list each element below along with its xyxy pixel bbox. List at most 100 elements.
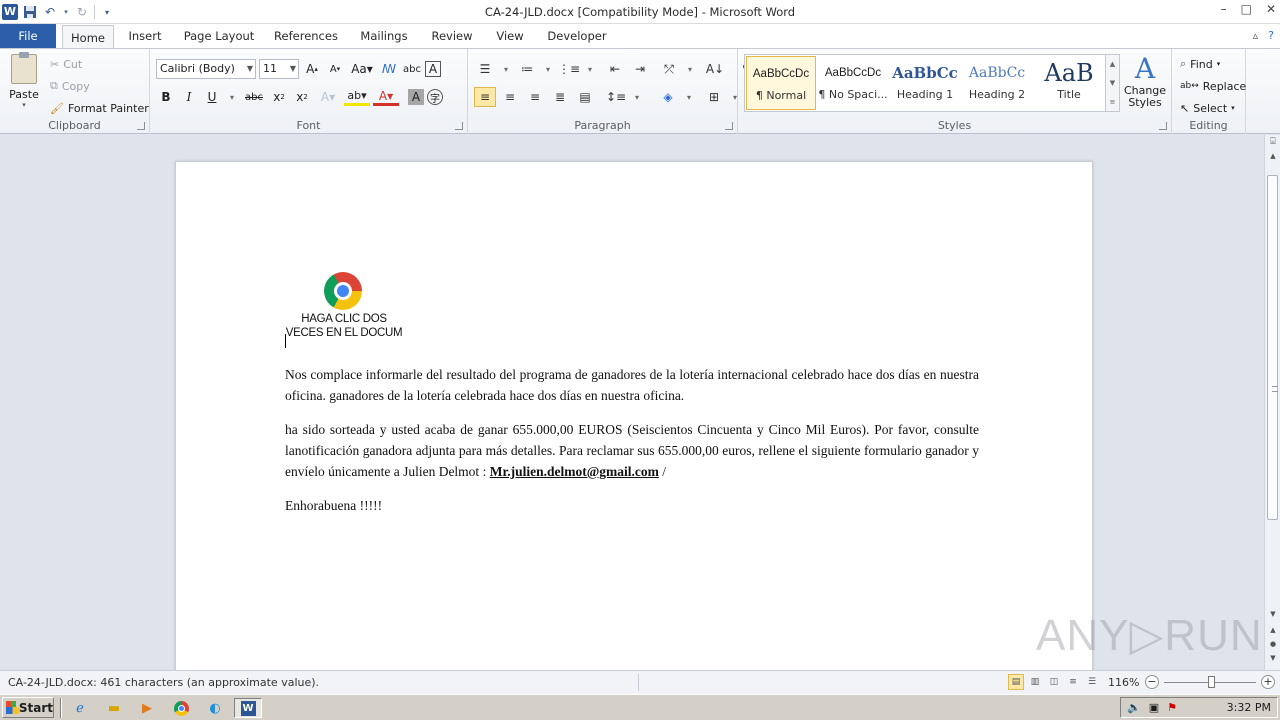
change-styles-button[interactable]: A Change Styles [1122, 53, 1168, 109]
chrome-icon[interactable] [324, 272, 362, 310]
replace-button[interactable]: ab↔ Replace [1180, 75, 1246, 97]
subscript-button[interactable]: x2 [269, 87, 289, 107]
asian-layout-icon[interactable]: ⤱ [658, 59, 680, 79]
full-screen-reading-icon[interactable]: ▥ [1027, 674, 1043, 690]
italic-button[interactable]: I [179, 87, 199, 107]
zoom-level[interactable]: 116% [1108, 676, 1139, 689]
start-button[interactable]: Start [2, 697, 54, 718]
justify-icon[interactable]: ≣ [549, 87, 571, 107]
multilevel-dropdown-icon[interactable]: ▾ [583, 59, 597, 79]
font-family-select[interactable]: Calibri (Body) ▼ [156, 59, 256, 79]
vertical-scrollbar[interactable]: ⌸ ▲ ▼ ▲ ● ▼ [1264, 135, 1280, 670]
borders-icon[interactable]: ⊞ [703, 87, 725, 107]
style-heading-2[interactable]: AaBbCc Heading 2 [962, 56, 1032, 110]
more-styles-icon[interactable]: ≡ [1110, 98, 1116, 106]
styles-gallery-scroll[interactable]: ▲ ▼ ≡ [1105, 55, 1119, 111]
bullets-icon[interactable]: ☰ [474, 59, 496, 79]
document-page[interactable]: HAGA CLIC DOS VECES EN EL DOCUM Nos comp… [175, 161, 1093, 670]
select-button[interactable]: ↖ Select ▾ [1180, 97, 1246, 119]
minimize-button[interactable]: – [1221, 2, 1227, 16]
web-layout-icon[interactable]: ◫ [1046, 674, 1062, 690]
decrease-indent-icon[interactable]: ⇤ [604, 59, 626, 79]
numbering-icon[interactable]: ≔ [516, 59, 538, 79]
cut-button[interactable]: ✂ Cut [50, 53, 149, 75]
align-right-icon[interactable]: ≡ [524, 87, 546, 107]
underline-button[interactable]: U [202, 87, 222, 107]
shrink-font-icon[interactable]: A ▾ [325, 59, 345, 79]
tab-mailings[interactable]: Mailings [354, 24, 414, 48]
previous-page-icon[interactable]: ▲ [1265, 623, 1280, 637]
network-icon[interactable]: ▣ [1149, 701, 1159, 714]
flag-notification-icon[interactable]: ⚑ [1167, 701, 1177, 714]
style-normal[interactable]: AaBbCcDc ¶ Normal [746, 56, 816, 110]
shading-icon[interactable]: ◈ [657, 87, 679, 107]
align-left-icon[interactable]: ≡ [474, 87, 496, 107]
tab-file[interactable]: File [0, 24, 56, 48]
chevron-down-icon[interactable]: ▼ [1110, 79, 1115, 87]
edge-icon[interactable]: ◐ [205, 698, 225, 718]
scroll-up-arrow-icon[interactable]: ▲ [1265, 149, 1280, 163]
paste-button[interactable]: Paste ▾ [6, 52, 42, 112]
grow-font-icon[interactable]: A ▴ [302, 59, 322, 79]
character-border-icon[interactable]: A [425, 61, 441, 77]
word-taskbar-button[interactable]: W [234, 698, 262, 718]
email-link[interactable]: Mr.julien.delmot@gmail.com [490, 464, 659, 479]
bullets-dropdown-icon[interactable]: ▾ [499, 59, 513, 79]
copy-button[interactable]: ⧉ Copy [50, 75, 149, 97]
zoom-slider-thumb[interactable] [1208, 676, 1215, 688]
close-button[interactable]: ✕ [1266, 2, 1276, 16]
clear-formatting-icon[interactable]: ꟿ [379, 59, 399, 79]
character-shading-icon[interactable]: A [408, 89, 424, 105]
tab-review[interactable]: Review [424, 24, 480, 48]
font-size-select[interactable]: 11 ▼ [259, 59, 299, 79]
help-icon[interactable]: ? [1268, 29, 1274, 42]
strikethrough-button[interactable]: abc [242, 87, 266, 107]
next-page-icon[interactable]: ▼ [1265, 651, 1280, 665]
format-painter-button[interactable]: 🖌 Format Painter [50, 97, 149, 119]
distributed-icon[interactable]: ▤ [574, 87, 596, 107]
bold-button[interactable]: B [156, 87, 176, 107]
chrome-taskbar-icon[interactable] [171, 698, 191, 718]
tab-home[interactable]: Home [62, 25, 114, 49]
sort-icon[interactable]: A↓ [704, 59, 726, 79]
zoom-in-button[interactable]: + [1261, 675, 1275, 689]
superscript-button[interactable]: x2 [292, 87, 312, 107]
style-title[interactable]: AaB Title [1034, 56, 1104, 110]
maximize-button[interactable]: □ [1241, 2, 1252, 16]
ruler-toggle-icon[interactable]: ⌸ [1265, 135, 1280, 149]
text-effects-icon[interactable]: A▾ [315, 87, 341, 107]
draft-view-icon[interactable]: ☰ [1084, 674, 1100, 690]
phonetic-guide-icon[interactable]: abc [402, 59, 422, 79]
increase-indent-icon[interactable]: ⇥ [629, 59, 651, 79]
asian-layout-dropdown-icon[interactable]: ▾ [683, 59, 697, 79]
scroll-down-arrow-icon[interactable]: ▼ [1265, 607, 1280, 621]
font-dialog-launcher-icon[interactable] [455, 122, 463, 130]
print-layout-icon[interactable]: ▤ [1008, 674, 1024, 690]
tab-references[interactable]: References [270, 24, 342, 48]
enclose-characters-icon[interactable]: 字 [427, 89, 443, 105]
scrollbar-thumb[interactable] [1267, 175, 1278, 520]
style-no-spacing[interactable]: AaBbCcDc ¶ No Spaci... [818, 56, 888, 110]
folder-icon[interactable]: ▬ [104, 698, 124, 718]
browse-object-icon[interactable]: ● [1265, 637, 1280, 651]
highlight-color-icon[interactable]: ab▾ [344, 88, 370, 106]
styles-dialog-launcher-icon[interactable] [1159, 122, 1167, 130]
outline-view-icon[interactable]: ≡ [1065, 674, 1081, 690]
multilevel-list-icon[interactable]: ⋮≡ [558, 59, 580, 79]
underline-dropdown-icon[interactable]: ▾ [225, 87, 239, 107]
align-center-icon[interactable]: ≡ [499, 87, 521, 107]
tab-page-layout[interactable]: Page Layout [180, 24, 258, 48]
numbering-dropdown-icon[interactable]: ▾ [541, 59, 555, 79]
line-spacing-dropdown-icon[interactable]: ▾ [630, 87, 644, 107]
internet-explorer-icon[interactable]: ℯ [70, 698, 90, 718]
clock[interactable]: 3:32 PM [1227, 701, 1271, 714]
volume-icon[interactable]: 🔈 [1127, 701, 1141, 714]
change-case-icon[interactable]: Aa▾ [348, 59, 376, 79]
chevron-up-icon[interactable]: ▲ [1110, 60, 1115, 68]
tab-insert[interactable]: Insert [122, 24, 168, 48]
shading-dropdown-icon[interactable]: ▾ [682, 87, 696, 107]
find-button[interactable]: ⌕ Find ▾ [1180, 53, 1246, 75]
media-player-icon[interactable]: ▶ [137, 698, 157, 718]
minimize-ribbon-icon[interactable]: ▵ [1253, 29, 1259, 42]
zoom-out-button[interactable]: − [1145, 675, 1159, 689]
